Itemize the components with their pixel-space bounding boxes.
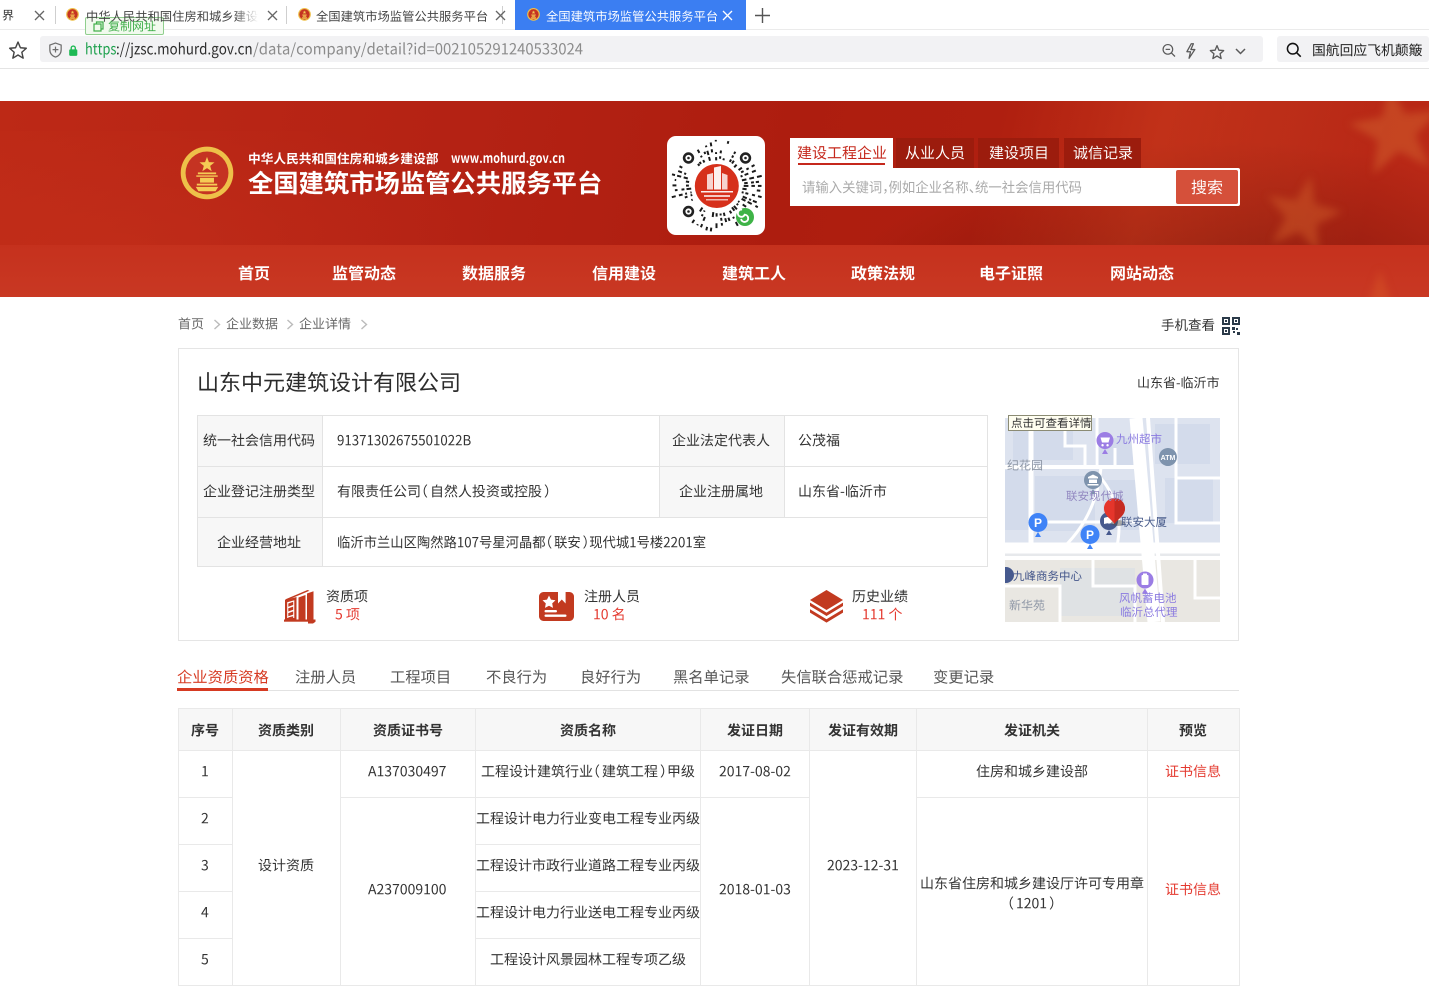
svg-text:P: P — [1086, 528, 1094, 542]
svg-text:ATM: ATM — [1161, 455, 1176, 462]
svg-text:P: P — [1034, 516, 1042, 530]
